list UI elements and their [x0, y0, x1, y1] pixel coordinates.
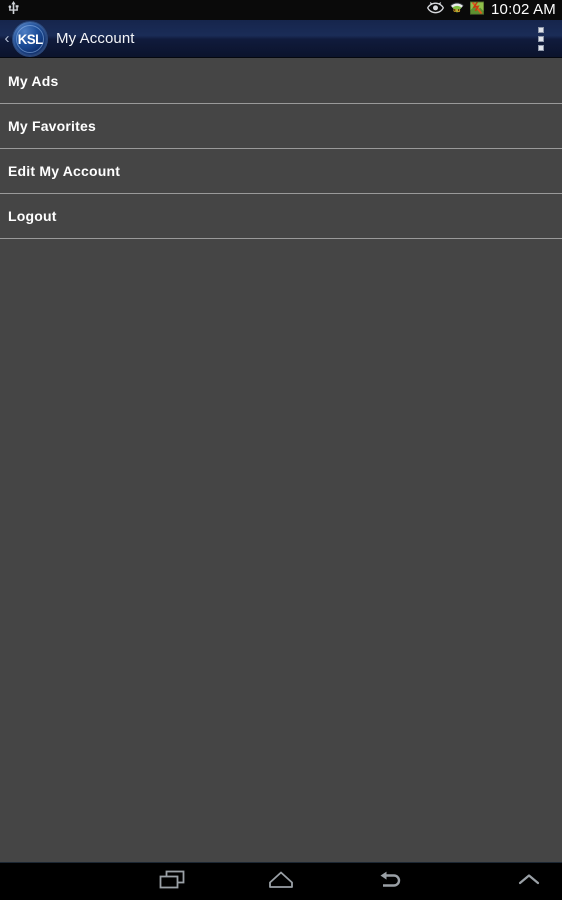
notification-app-icon [469, 0, 485, 20]
list-item-my-ads[interactable]: My Ads [0, 59, 562, 104]
ksl-logo-icon[interactable]: KSL [13, 21, 47, 56]
list-item-label: Edit My Account [8, 163, 121, 179]
status-bar: 10:02 AM [0, 0, 562, 20]
home-icon [266, 868, 296, 897]
back-chevron-icon[interactable]: ‹ [1, 31, 13, 46]
android-screen: 10:02 AM ‹ KSL My Account My Ads My Favo… [0, 0, 562, 900]
list-item-label: Logout [8, 208, 57, 224]
list-item-label: My Ads [8, 73, 59, 89]
account-menu-list: My Ads My Favorites Edit My Account Logo… [0, 59, 562, 862]
recent-apps-icon [157, 868, 187, 897]
chevron-up-icon [514, 870, 544, 895]
action-bar: ‹ KSL My Account [0, 20, 562, 58]
back-button[interactable] [343, 863, 437, 900]
ksl-logo-label: KSL [17, 30, 43, 47]
overflow-dot [538, 44, 544, 51]
home-button[interactable] [234, 863, 328, 900]
status-bar-left-icons [8, 0, 19, 20]
status-bar-clock: 10:02 AM [491, 1, 556, 18]
list-item-logout[interactable]: Logout [0, 194, 562, 239]
recent-apps-button[interactable] [125, 863, 219, 900]
wifi-icon [449, 1, 465, 19]
usb-icon [8, 0, 19, 20]
eye-icon [427, 1, 445, 19]
page-title: My Account [56, 30, 135, 47]
expand-button[interactable] [500, 863, 558, 900]
overflow-dot [538, 26, 544, 33]
overflow-dot [538, 35, 544, 42]
system-navigation-bar [0, 862, 562, 900]
list-item-my-favorites[interactable]: My Favorites [0, 104, 562, 149]
list-item-label: My Favorites [8, 118, 96, 134]
back-arrow-icon [375, 868, 405, 897]
list-item-edit-my-account[interactable]: Edit My Account [0, 149, 562, 194]
overflow-menu-icon[interactable] [530, 20, 552, 58]
status-bar-right-icons: 10:02 AM [427, 0, 556, 20]
